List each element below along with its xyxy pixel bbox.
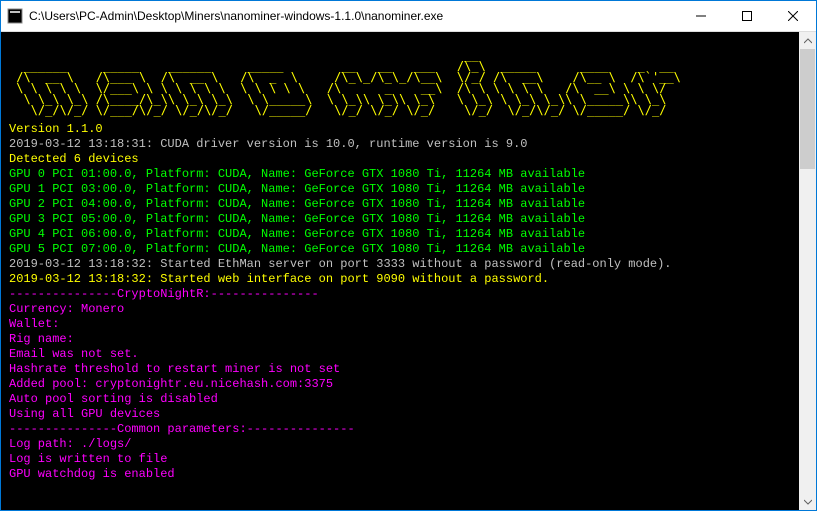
config-line: Rig name: xyxy=(9,332,74,346)
window-buttons xyxy=(678,1,816,31)
chevron-down-icon xyxy=(804,498,812,506)
version-line: Version 1.1.0 xyxy=(9,122,103,136)
scroll-thumb[interactable] xyxy=(800,49,815,169)
minimize-button[interactable] xyxy=(678,1,724,31)
scroll-up-button[interactable] xyxy=(799,32,816,49)
gpu-line: GPU 4 PCI 06:00.0, Platform: CUDA, Name:… xyxy=(9,227,585,241)
config-line: Wallet: xyxy=(9,317,59,331)
gpu-line: GPU 5 PCI 07:00.0, Platform: CUDA, Name:… xyxy=(9,242,585,256)
terminal-output[interactable]: __ ______ _____ ______ _____ __ __ ___ /… xyxy=(1,32,799,510)
minimize-icon xyxy=(696,11,706,21)
config-line: Added pool: cryptonightr.eu.nicehash.com… xyxy=(9,377,333,391)
web-interface-line: 2019-03-12 13:18:32: Started web interfa… xyxy=(9,272,549,286)
console-area: __ ______ _____ ______ _____ __ __ ___ /… xyxy=(1,32,816,510)
app-icon xyxy=(7,8,23,24)
cryptonightr-header: ---------------CryptoNightR:------------… xyxy=(9,287,319,301)
ascii-logo: __ ______ _____ ______ _____ __ __ ___ /… xyxy=(9,50,791,116)
maximize-icon xyxy=(742,11,752,21)
gpu-line: GPU 1 PCI 03:00.0, Platform: CUDA, Name:… xyxy=(9,182,585,196)
gpu-line: GPU 3 PCI 05:00.0, Platform: CUDA, Name:… xyxy=(9,212,585,226)
common-line: GPU watchdog is enabled xyxy=(9,467,175,481)
config-line: Currency: Monero xyxy=(9,302,124,316)
vertical-scrollbar[interactable] xyxy=(799,32,816,510)
config-line: Hashrate threshold to restart miner is n… xyxy=(9,362,340,376)
config-line: Auto pool sorting is disabled xyxy=(9,392,218,406)
ethman-line: 2019-03-12 13:18:32: Started EthMan serv… xyxy=(9,257,672,271)
window-frame: C:\Users\PC-Admin\Desktop\Miners\nanomin… xyxy=(0,0,817,511)
cuda-line: 2019-03-12 13:18:31: CUDA driver version… xyxy=(9,137,527,151)
config-line: Using all GPU devices xyxy=(9,407,160,421)
common-header: ---------------Common parameters:-------… xyxy=(9,422,355,436)
config-line: Email was not set. xyxy=(9,347,139,361)
close-icon xyxy=(788,11,798,21)
detected-line: Detected 6 devices xyxy=(9,152,139,166)
gpu-line: GPU 2 PCI 04:00.0, Platform: CUDA, Name:… xyxy=(9,197,585,211)
window-title-text: C:\Users\PC-Admin\Desktop\Miners\nanomin… xyxy=(29,9,678,23)
close-button[interactable] xyxy=(770,1,816,31)
maximize-button[interactable] xyxy=(724,1,770,31)
gpu-line: GPU 0 PCI 01:00.0, Platform: CUDA, Name:… xyxy=(9,167,585,181)
common-line: Log path: ./logs/ xyxy=(9,437,131,451)
common-line: Log is written to file xyxy=(9,452,167,466)
chevron-up-icon xyxy=(804,37,812,45)
scroll-down-button[interactable] xyxy=(799,493,816,510)
titlebar[interactable]: C:\Users\PC-Admin\Desktop\Miners\nanomin… xyxy=(1,1,816,32)
